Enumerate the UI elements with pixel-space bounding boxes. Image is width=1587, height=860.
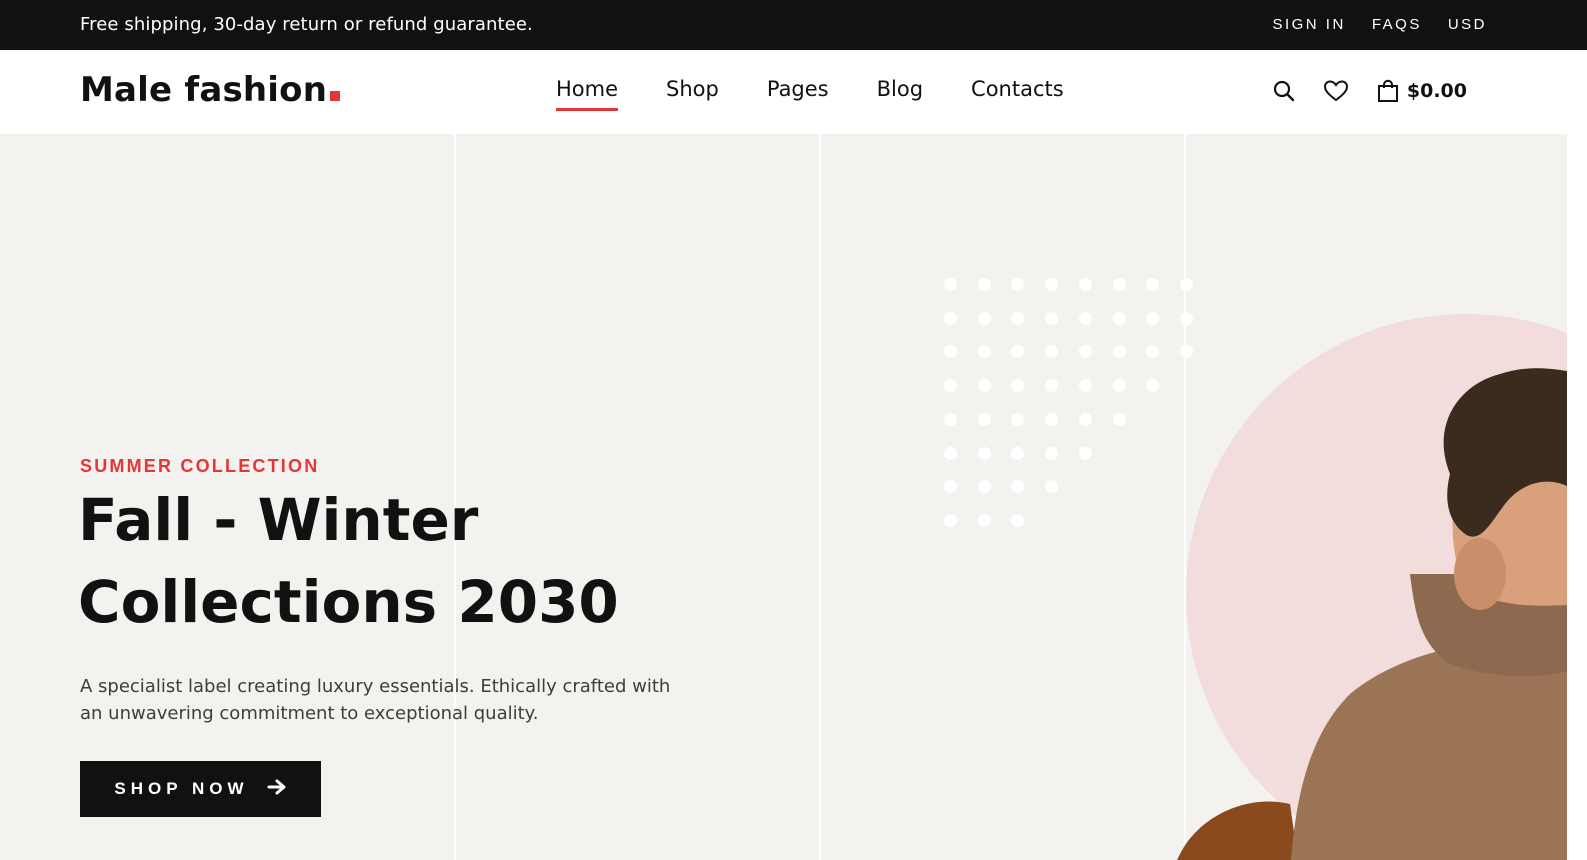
decor-dot (1078, 311, 1092, 325)
shop-now-button[interactable]: SHOP NOW (80, 761, 321, 817)
main-nav: Home Shop Pages Blog Contacts (556, 77, 1064, 111)
decor-dot (977, 412, 991, 426)
decor-dot (1045, 412, 1059, 426)
decor-dot (944, 278, 957, 291)
nav-blog[interactable]: Blog (877, 77, 923, 101)
decor-dot (944, 379, 957, 393)
decor-dot (1011, 345, 1025, 359)
search-icon[interactable] (1271, 78, 1297, 104)
decor-dot (944, 311, 957, 325)
hero-title-line: Fall - Winter (78, 486, 479, 554)
decor-dot (977, 480, 991, 494)
decor-dot (1078, 345, 1092, 359)
decor-dot (944, 345, 957, 359)
decor-dot (1146, 311, 1160, 325)
decor-dot (1011, 412, 1025, 426)
hero-section: SUMMER COLLECTION Fall - Winter Collecti… (0, 134, 1567, 860)
shop-now-label: SHOP NOW (114, 779, 249, 798)
decor-dot (977, 278, 991, 291)
nav-pages[interactable]: Pages (767, 77, 829, 101)
decor-dot (944, 412, 957, 426)
decor-dot (977, 446, 991, 460)
decor-dot (1045, 480, 1059, 494)
decor-dot (1011, 513, 1025, 527)
nav-home[interactable]: Home (556, 77, 619, 111)
sign-in-link[interactable]: SIGN IN (1272, 16, 1345, 33)
decor-dot (1146, 278, 1160, 291)
decor-dot (944, 480, 957, 494)
logo-dot (330, 91, 341, 101)
decor-dot (1078, 278, 1092, 291)
shopping-bag-icon (1375, 78, 1401, 104)
cart-button[interactable]: $0.00 (1375, 78, 1467, 104)
decor-dot (1045, 446, 1059, 460)
decor-dot (977, 311, 991, 325)
hero-subtitle: SUMMER COLLECTION (80, 456, 320, 476)
decor-dot (1112, 379, 1126, 393)
decor-dot (1045, 345, 1059, 359)
top-bar: Free shipping, 30-day return or refund g… (0, 0, 1587, 50)
decor-dot (1045, 379, 1059, 393)
decor-dot (977, 513, 991, 527)
heart-icon[interactable] (1323, 78, 1349, 104)
hero-title-line: Collections 2030 (78, 568, 619, 636)
logo-text: Male fashion (80, 70, 328, 110)
decor-dot (1011, 480, 1025, 494)
decor-dot (1011, 311, 1025, 325)
nav-shop[interactable]: Shop (666, 77, 719, 101)
decor-dot (1045, 278, 1059, 291)
hero-title: Fall - Winter Collections 2030 (78, 479, 718, 643)
header: Male fashion Home Shop Pages Blog Contac… (0, 50, 1567, 134)
decor-dot (1011, 446, 1025, 460)
decor-dot (1078, 379, 1092, 393)
top-links: SIGN IN FAQS USD (1272, 16, 1487, 33)
decor-dot (977, 345, 991, 359)
decor-dot (1011, 278, 1025, 291)
decor-dot (944, 446, 957, 460)
decor-dot (1011, 379, 1025, 393)
model-image (1177, 368, 1567, 860)
decor-dot (1146, 345, 1160, 359)
decor-dot (1112, 412, 1126, 426)
decor-dot (977, 379, 991, 393)
decor-dot (1045, 311, 1059, 325)
cart-total: $0.00 (1406, 80, 1467, 102)
decor-dot (1146, 379, 1160, 393)
promo-text: Free shipping, 30-day return or refund g… (80, 14, 533, 35)
decor-dot (1112, 278, 1126, 291)
page-scrollbar[interactable] (1567, 50, 1587, 860)
decor-dot (1112, 311, 1126, 325)
arrow-right-icon (267, 778, 287, 800)
header-actions: $0.00 (1271, 78, 1467, 104)
decor-dot (1078, 412, 1092, 426)
divider-line (819, 134, 821, 860)
nav-contacts[interactable]: Contacts (971, 77, 1064, 101)
hero-description: A specialist label creating luxury essen… (80, 676, 671, 724)
logo[interactable]: Male fashion (80, 70, 341, 110)
faqs-link[interactable]: FAQS (1372, 16, 1422, 33)
decor-dot (944, 513, 957, 527)
currency-selector[interactable]: USD (1448, 16, 1487, 33)
decor-dot (1078, 446, 1092, 460)
decor-dot (1112, 345, 1126, 359)
